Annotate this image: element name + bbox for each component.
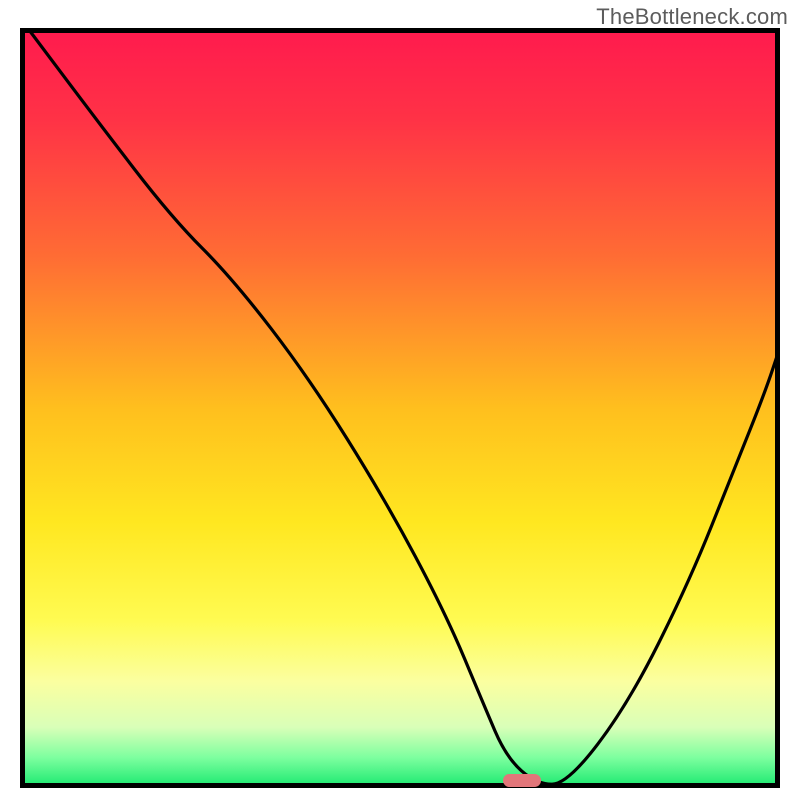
optimal-marker-pill [503,774,541,787]
chart-container: TheBottleneck.com [0,0,800,800]
chart-frame [20,28,780,788]
watermark-text: TheBottleneck.com [596,4,788,30]
